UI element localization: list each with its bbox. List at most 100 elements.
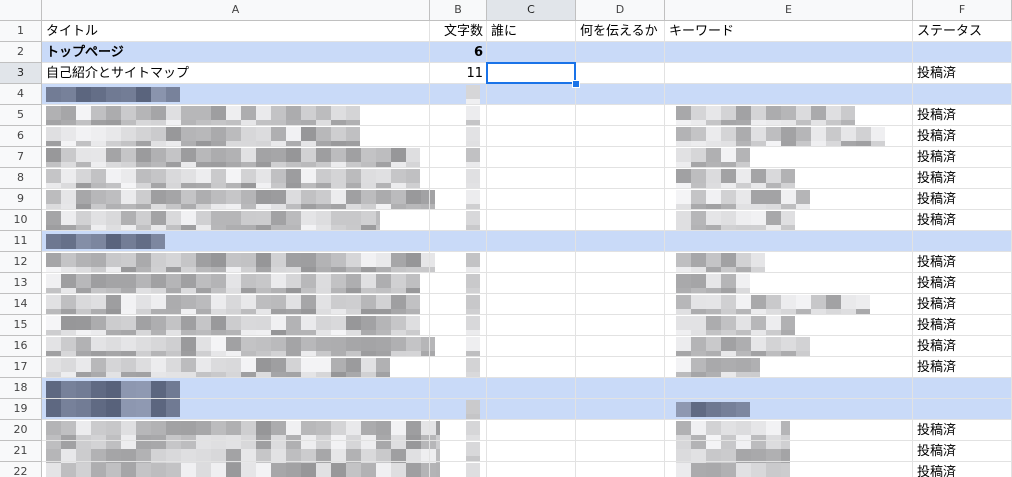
redaction-block <box>196 421 211 435</box>
redaction-block <box>346 295 361 309</box>
row-header-1[interactable]: 1 <box>0 21 42 42</box>
select-all-corner[interactable] <box>0 0 42 21</box>
redaction-block <box>106 435 121 449</box>
row-header-3[interactable]: 3 <box>0 63 42 84</box>
cell-f8[interactable]: 投稿済 <box>913 168 1012 189</box>
active-cell-selection[interactable] <box>486 62 576 84</box>
redaction-block <box>721 253 736 267</box>
row-header-9[interactable]: 9 <box>0 189 42 210</box>
redaction-block <box>406 295 420 309</box>
fill-handle[interactable] <box>572 80 580 88</box>
redaction-block <box>271 421 286 435</box>
redaction-block <box>721 435 736 449</box>
cell-f10[interactable]: 投稿済 <box>913 210 1012 231</box>
redaction-block <box>736 274 750 288</box>
cell-b2[interactable]: 6 <box>430 42 487 63</box>
redaction-block <box>466 274 480 288</box>
redaction-block <box>706 463 721 477</box>
redaction-block <box>106 190 121 204</box>
grid-hline <box>42 314 1012 315</box>
cell-f22[interactable]: 投稿済 <box>913 462 1012 477</box>
column-title-b[interactable]: 文字数 <box>430 21 487 42</box>
redaction-block <box>121 358 136 372</box>
redaction-block <box>751 295 766 309</box>
cell-f17[interactable]: 投稿済 <box>913 357 1012 378</box>
redaction-block <box>121 169 136 183</box>
column-header-e[interactable]: E <box>665 0 913 21</box>
cell-f21[interactable]: 投稿済 <box>913 441 1012 462</box>
cell-f20[interactable]: 投稿済 <box>913 420 1012 441</box>
row-header-17[interactable]: 17 <box>0 357 42 378</box>
cell-f16[interactable]: 投稿済 <box>913 336 1012 357</box>
row-header-22[interactable]: 22 <box>0 462 42 477</box>
redaction-block <box>841 295 856 309</box>
redaction-block <box>76 87 91 102</box>
row-header-19[interactable]: 19 <box>0 399 42 420</box>
row-header-11[interactable]: 11 <box>0 231 42 252</box>
row-header-14[interactable]: 14 <box>0 294 42 315</box>
cell-f14[interactable]: 投稿済 <box>913 294 1012 315</box>
column-header-c[interactable]: C <box>487 0 576 21</box>
column-title-d[interactable]: 何を伝えるか <box>576 21 665 42</box>
redaction-block <box>181 274 196 288</box>
row-header-4[interactable]: 4 <box>0 84 42 105</box>
cell-f12[interactable]: 投稿済 <box>913 252 1012 273</box>
cell-f5[interactable]: 投稿済 <box>913 105 1012 126</box>
redaction-block <box>856 127 871 141</box>
cell-f6[interactable]: 投稿済 <box>913 126 1012 147</box>
redaction-block <box>316 106 331 120</box>
row-header-8[interactable]: 8 <box>0 168 42 189</box>
column-title-c[interactable]: 誰に <box>487 21 576 42</box>
row-header-13[interactable]: 13 <box>0 273 42 294</box>
redaction-block <box>721 190 736 204</box>
redaction-block <box>466 85 480 99</box>
cell-b3[interactable]: 11 <box>430 63 487 84</box>
redaction-block <box>106 234 121 249</box>
row-header-20[interactable]: 20 <box>0 420 42 441</box>
row-header-12[interactable]: 12 <box>0 252 42 273</box>
redaction-block <box>691 106 706 120</box>
redaction-block <box>406 435 421 449</box>
redaction-block <box>256 358 271 372</box>
column-title-a[interactable]: タイトル <box>42 21 430 42</box>
spreadsheet-grid[interactable]: ABCDEF 1 2 3 4 5 6 7 8 9 10 11 12 13 14 15 16 17 18 19 20 21… <box>0 0 1012 477</box>
redaction-block <box>391 435 406 449</box>
redaction-block <box>166 463 181 477</box>
row-header-15[interactable]: 15 <box>0 315 42 336</box>
redaction-block <box>271 211 286 225</box>
row-header-6[interactable]: 6 <box>0 126 42 147</box>
redaction-block <box>781 169 795 183</box>
column-header-d[interactable]: D <box>576 0 665 21</box>
column-title-f[interactable]: ステータス <box>913 21 1012 42</box>
redaction-block <box>106 295 121 309</box>
column-header-a[interactable]: A <box>42 0 430 21</box>
cell-f7[interactable]: 投稿済 <box>913 147 1012 168</box>
column-header-b[interactable]: B <box>430 0 487 21</box>
redaction-block <box>91 169 106 183</box>
cell-f15[interactable]: 投稿済 <box>913 315 1012 336</box>
row-header-16[interactable]: 16 <box>0 336 42 357</box>
redaction-block <box>166 190 181 204</box>
redaction-block <box>871 127 885 141</box>
column-title-e[interactable]: キーワード <box>665 21 913 42</box>
redaction-block <box>91 190 106 204</box>
column-header-f[interactable]: F <box>913 0 1012 21</box>
row-header-10[interactable]: 10 <box>0 210 42 231</box>
redaction-block <box>121 381 136 417</box>
row-header-21[interactable]: 21 <box>0 441 42 462</box>
grid-hline <box>42 377 1012 378</box>
row-header-7[interactable]: 7 <box>0 147 42 168</box>
row-header-5[interactable]: 5 <box>0 105 42 126</box>
cell-f13[interactable]: 投稿済 <box>913 273 1012 294</box>
row-header-18[interactable]: 18 <box>0 378 42 399</box>
cell-f9[interactable]: 投稿済 <box>913 189 1012 210</box>
redaction-block <box>136 421 151 435</box>
redaction-block <box>691 253 706 267</box>
redaction-block <box>271 190 286 204</box>
row-header-2[interactable]: 2 <box>0 42 42 63</box>
cell-a2[interactable]: トップページ <box>42 42 430 63</box>
cell-a3[interactable]: 自己紹介とサイトマップ <box>42 63 430 84</box>
cell-f3[interactable]: 投稿済 <box>913 63 1012 84</box>
redaction-block <box>256 463 271 477</box>
redaction-block <box>391 169 406 183</box>
